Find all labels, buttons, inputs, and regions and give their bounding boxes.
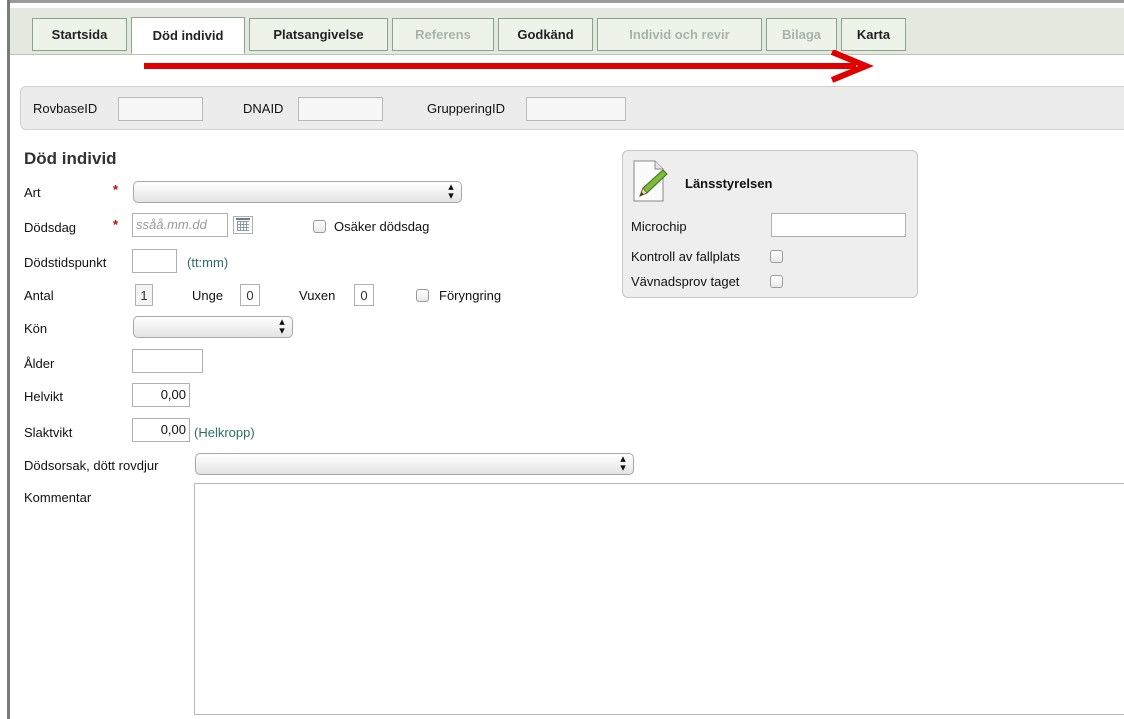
updown-arrows-icon: ▴ ▾ (448, 181, 454, 202)
calendar-icon[interactable] (233, 216, 253, 234)
kon-select[interactable]: ▴ ▾ (133, 316, 293, 338)
rovbase-id-field[interactable] (118, 97, 203, 121)
annotation-arrow (144, 50, 874, 83)
kon-label: Kön (24, 321, 48, 336)
dodsorsak-select[interactable]: ▴ ▾ (195, 453, 634, 475)
kontroll-av-fallplats-checkbox[interactable] (770, 250, 783, 263)
dodsdag-required-marker: * (113, 217, 119, 232)
dodstidspunkt-format-hint: (tt:mm) (187, 255, 229, 270)
gruppering-id-label: GrupperingID (427, 101, 506, 116)
tab-dod-individ[interactable]: Död individ (131, 17, 245, 54)
window-top-border (7, 0, 1124, 3)
osaker-dodsdag-checkbox[interactable] (313, 220, 326, 233)
tab-karta[interactable]: Karta (841, 18, 906, 51)
art-required-marker: * (113, 182, 119, 197)
tab-platsangivelse[interactable]: Platsangivelse (249, 18, 388, 51)
antal-label: Antal (24, 288, 54, 303)
alder-label: Ålder (24, 356, 55, 371)
foryngring-label: Föryngring (439, 288, 502, 303)
document-edit-icon (633, 160, 668, 202)
lansstyrelsen-title: Länsstyrelsen (685, 176, 773, 191)
kommentar-label: Kommentar (24, 490, 92, 505)
tab-individ-och-revir: Individ och revir (597, 18, 762, 51)
art-select[interactable]: ▴ ▾ (133, 181, 462, 203)
rovbase-id-label: RovbaseID (33, 101, 98, 116)
slaktvikt-label: Slaktvikt (24, 425, 73, 440)
id-strip: RovbaseID DNAID GrupperingID (20, 86, 1124, 130)
kontroll-av-fallplats-label: Kontroll av fallplats (631, 249, 741, 264)
vuxen-label: Vuxen (299, 288, 336, 303)
form-heading: Död individ (24, 149, 117, 168)
vavnadsprov-taget-label: Vävnadsprov taget (631, 274, 740, 289)
unge-label: Unge (192, 288, 224, 303)
tab-startsida[interactable]: Startsida (32, 18, 127, 51)
osaker-dodsdag-label: Osäker dödsdag (334, 219, 430, 234)
tab-bar: Startsida Död individ Platsangivelse Ref… (10, 8, 1124, 55)
tab-bilaga: Bilaga (766, 18, 837, 51)
dodstidspunkt-label: Dödstidspunkt (24, 255, 107, 270)
helvikt-input[interactable]: 0,00 (132, 383, 190, 407)
dna-id-field[interactable] (298, 97, 383, 121)
dodsorsak-label: Dödsorsak, dött rovdjur (24, 458, 159, 473)
gruppering-id-field[interactable] (526, 97, 626, 121)
unge-input[interactable]: 0 (240, 284, 260, 306)
tab-referens: Referens (392, 18, 494, 51)
vavnadsprov-taget-checkbox[interactable] (770, 275, 783, 288)
dodsdag-placeholder: ssåå.mm.dd (136, 217, 207, 232)
dodsdag-label: Dödsdag (24, 220, 77, 235)
alder-input[interactable] (132, 349, 203, 373)
dodstidspunkt-input[interactable] (132, 249, 177, 273)
updown-arrows-icon: ▴ ▾ (279, 316, 285, 337)
dodsdag-date-input[interactable]: ssåå.mm.dd (132, 213, 228, 237)
updown-arrows-icon: ▴ ▾ (620, 453, 626, 474)
microchip-input[interactable] (771, 213, 906, 237)
dna-id-label: DNAID (243, 101, 284, 116)
foryngring-checkbox[interactable] (416, 289, 429, 302)
lansstyrelsen-panel: Länsstyrelsen Microchip Kontroll av fall… (622, 150, 918, 298)
slaktvikt-hint: (Helkropp) (194, 425, 255, 440)
tab-godkand[interactable]: Godkänd (498, 18, 593, 51)
vuxen-input[interactable]: 0 (354, 284, 374, 306)
antal-value-field: 1 (135, 284, 153, 306)
microchip-label: Microchip (631, 219, 687, 234)
slaktvikt-input[interactable]: 0,00 (132, 418, 190, 442)
kommentar-textarea[interactable] (194, 483, 1124, 715)
window-left-border (7, 0, 10, 719)
art-label: Art (24, 185, 41, 200)
helvikt-label: Helvikt (24, 389, 64, 404)
